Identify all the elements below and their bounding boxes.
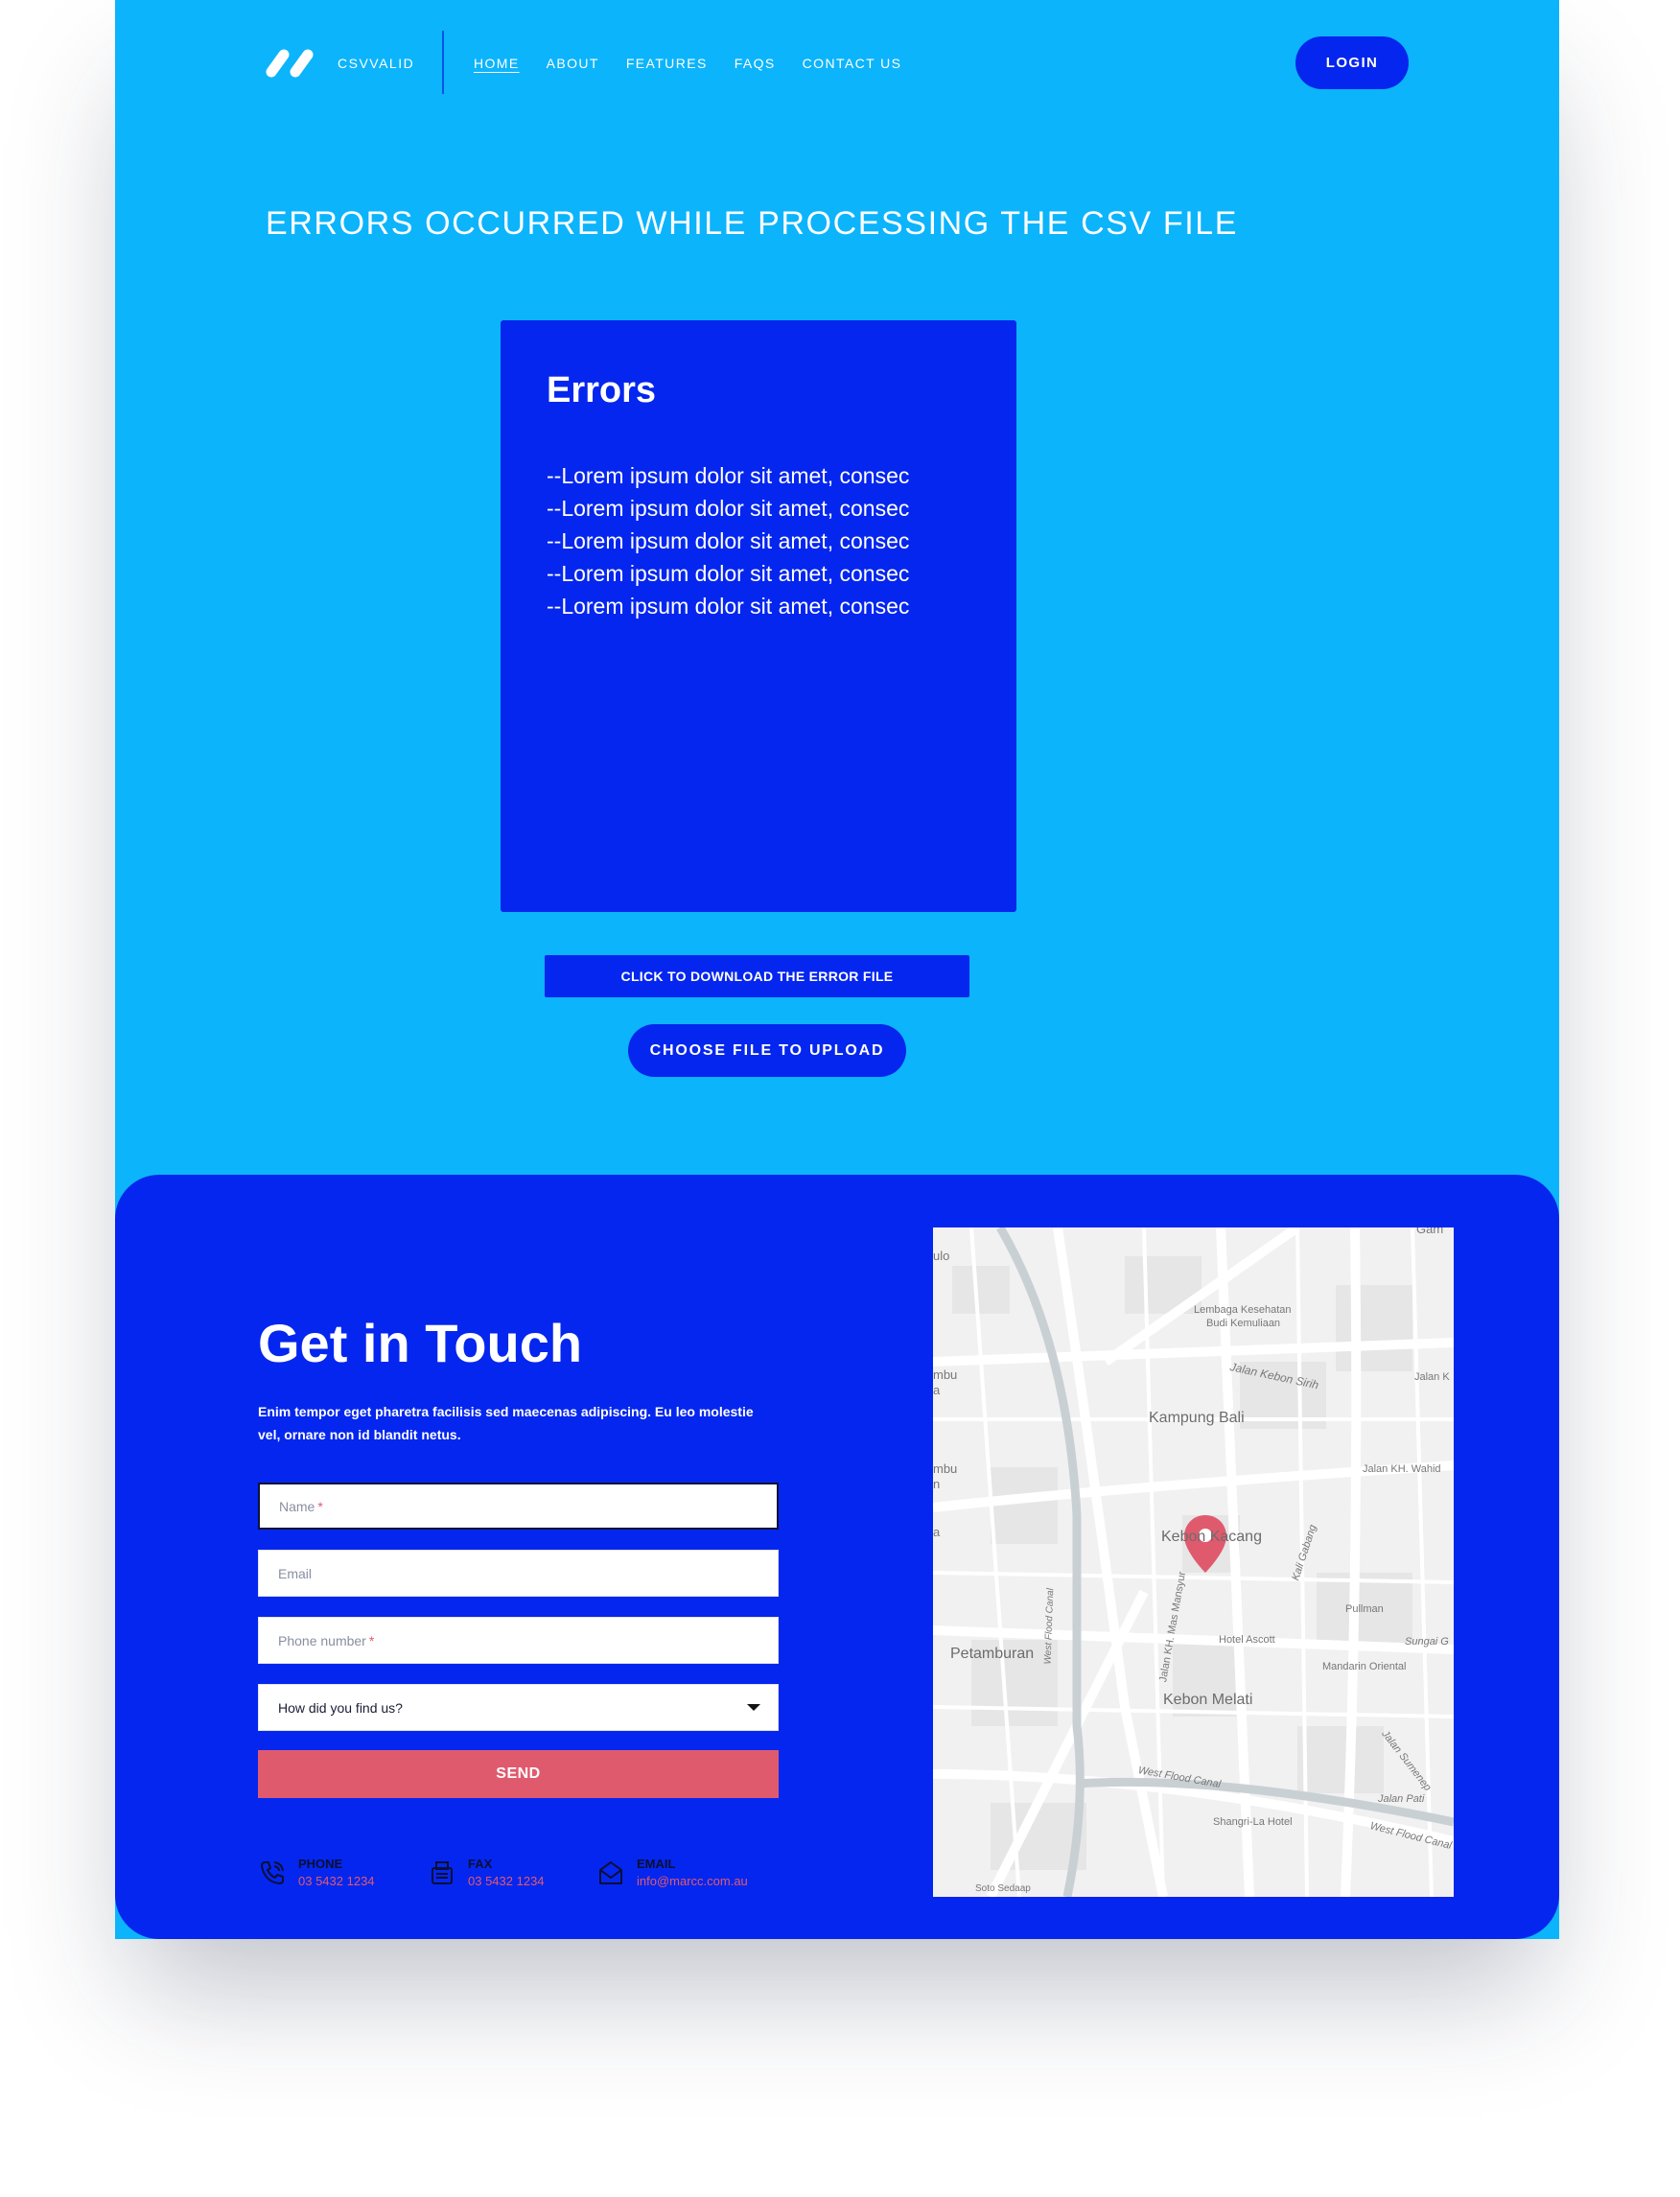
map[interactable]: Lembaga Kesehatan Budi Kemuliaan Jalan K… bbox=[933, 1227, 1454, 1897]
map-label: a bbox=[933, 1383, 941, 1397]
map-label: Jalan Pati bbox=[1378, 1793, 1425, 1805]
header-divider bbox=[442, 31, 444, 94]
envelope-icon bbox=[599, 1861, 622, 1884]
error-item: --Lorem ipsum dolor sit amet, consec bbox=[547, 528, 910, 553]
map-label: Soto Sedaap bbox=[975, 1883, 1031, 1894]
map-label: Sungai G bbox=[1405, 1636, 1449, 1648]
map-label: mbu bbox=[933, 1461, 958, 1476]
error-item: --Lorem ipsum dolor sit amet, consec bbox=[547, 561, 910, 586]
error-item: --Lorem ipsum dolor sit amet, consec bbox=[547, 594, 910, 619]
fax-info: FAX 03 5432 1234 bbox=[428, 1857, 545, 1891]
source-selected-value: How did you find us? bbox=[278, 1699, 403, 1716]
map-label: ulo bbox=[933, 1249, 950, 1263]
map-label: Kebon Melati bbox=[1163, 1692, 1253, 1708]
map-label: Mandarin Oriental bbox=[1322, 1661, 1407, 1672]
map-label: Lembaga Kesehatan bbox=[1194, 1304, 1292, 1316]
nav-about[interactable]: ABOUT bbox=[547, 56, 599, 71]
nav-contact-us[interactable]: CONTACT US bbox=[803, 56, 902, 71]
fax-value[interactable]: 03 5432 1234 bbox=[468, 1872, 545, 1891]
contact-section: Get in Touch Enim tempor eget pharetra f… bbox=[115, 1175, 1559, 1939]
map-label: n bbox=[933, 1477, 941, 1491]
email-label: EMAIL bbox=[637, 1857, 676, 1871]
map-label: Hotel Ascott bbox=[1219, 1634, 1275, 1646]
email-info: EMAIL info@marcc.com.au bbox=[596, 1857, 748, 1891]
email-value[interactable]: info@marcc.com.au bbox=[637, 1872, 748, 1891]
choose-file-button[interactable]: CHOOSE FILE TO UPLOAD bbox=[628, 1024, 906, 1077]
page-title: ERRORS OCCURRED WHILE PROCESSING THE CSV… bbox=[266, 205, 1239, 242]
map-streets bbox=[933, 1227, 1454, 1897]
email-field[interactable]: Email bbox=[258, 1550, 779, 1597]
phone-value[interactable]: 03 5432 1234 bbox=[298, 1872, 375, 1891]
name-field[interactable]: Name * bbox=[258, 1483, 779, 1530]
map-label: Shangri-La Hotel bbox=[1213, 1816, 1293, 1828]
map-label: Jalan KH. Wahid bbox=[1363, 1463, 1441, 1475]
email-placeholder: Email bbox=[278, 1565, 313, 1581]
brand-name[interactable]: CSVVALID bbox=[338, 56, 414, 71]
error-item: --Lorem ipsum dolor sit amet, consec bbox=[547, 496, 910, 521]
error-item: --Lorem ipsum dolor sit amet, consec bbox=[547, 463, 910, 488]
required-mark: * bbox=[317, 1498, 323, 1514]
fax-icon bbox=[432, 1861, 453, 1884]
fax-label: FAX bbox=[468, 1857, 493, 1871]
errors-panel: Errors --Lorem ipsum dolor sit amet, con… bbox=[501, 320, 1016, 912]
map-label: mbu bbox=[933, 1367, 958, 1382]
logo-icon[interactable] bbox=[265, 48, 316, 79]
phone-info: PHONE 03 5432 1234 bbox=[258, 1857, 375, 1891]
contact-title: Get in Touch bbox=[258, 1313, 583, 1373]
contact-description: Enim tempor eget pharetra facilisis sed … bbox=[258, 1404, 754, 1442]
phone-placeholder: Phone number bbox=[278, 1632, 366, 1648]
map-label: Jalan K bbox=[1414, 1371, 1450, 1383]
map-label: Gam bbox=[1416, 1227, 1444, 1236]
download-error-file-button[interactable]: CLICK TO DOWNLOAD THE ERROR FILE bbox=[545, 955, 969, 997]
map-label: Petamburan bbox=[950, 1646, 1035, 1662]
main-nav: HOME ABOUT FEATURES FAQS CONTACT US bbox=[474, 56, 901, 71]
map-label: Kebon Kacang bbox=[1161, 1529, 1262, 1545]
nav-faqs[interactable]: FAQS bbox=[735, 56, 776, 71]
nav-features[interactable]: FEATURES bbox=[626, 56, 708, 71]
errors-list: --Lorem ipsum dolor sit amet, consec --L… bbox=[547, 459, 909, 622]
phone-icon bbox=[261, 1861, 284, 1884]
errors-title: Errors bbox=[547, 370, 657, 410]
map-label: Kampung Bali bbox=[1149, 1410, 1245, 1426]
map-label: a bbox=[933, 1525, 941, 1539]
send-button[interactable]: SEND bbox=[258, 1750, 779, 1798]
chevron-down-icon bbox=[747, 1704, 760, 1711]
login-button[interactable]: LOGIN bbox=[1295, 36, 1409, 89]
phone-label: PHONE bbox=[298, 1857, 343, 1871]
map-label: Pullman bbox=[1345, 1603, 1384, 1615]
map-label: Budi Kemuliaan bbox=[1206, 1318, 1281, 1329]
nav-home[interactable]: HOME bbox=[474, 56, 520, 71]
name-placeholder: Name bbox=[279, 1498, 315, 1514]
phone-field[interactable]: Phone number * bbox=[258, 1617, 779, 1664]
source-select[interactable]: How did you find us? bbox=[258, 1684, 779, 1731]
required-mark: * bbox=[368, 1632, 375, 1648]
page: CSVVALID HOME ABOUT FEATURES FAQS CONTAC… bbox=[115, 0, 1559, 1939]
